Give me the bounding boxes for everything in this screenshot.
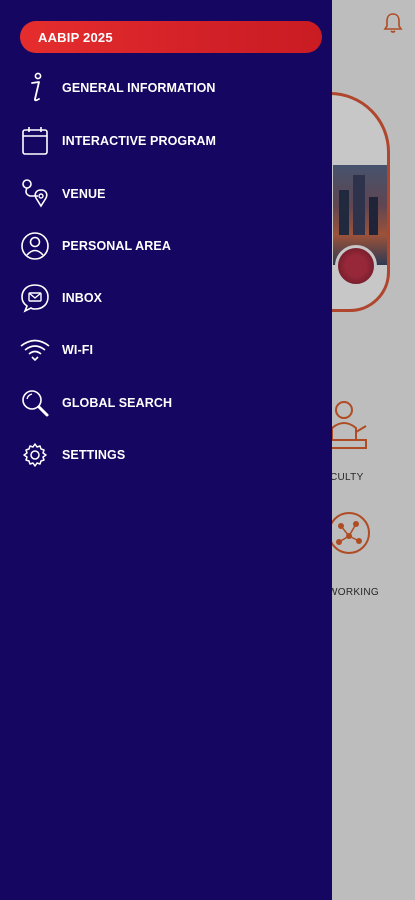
event-header-pill[interactable]: AABIP 2025 <box>20 21 322 53</box>
calendar-icon <box>20 126 50 156</box>
location-route-icon <box>20 179 50 209</box>
wifi-icon <box>20 335 50 365</box>
search-icon <box>20 388 50 418</box>
navigation-drawer: AABIP 2025 GENERAL INFORMATION INTERACTI… <box>0 0 332 900</box>
menu-item-personal-area[interactable]: PERSONAL AREA <box>0 224 332 268</box>
menu-item-label: GENERAL INFORMATION <box>62 81 216 95</box>
event-title: AABIP 2025 <box>38 29 113 45</box>
menu-item-label: GLOBAL SEARCH <box>62 396 173 410</box>
gear-icon <box>20 440 50 470</box>
menu-item-label: SETTINGS <box>62 448 126 462</box>
menu-item-label: INBOX <box>62 291 103 305</box>
user-icon <box>20 231 50 261</box>
menu-item-venue[interactable]: VENUE <box>0 172 332 216</box>
menu-item-interactive-program[interactable]: INTERACTIVE PROGRAM <box>0 119 332 163</box>
menu-item-label: PERSONAL AREA <box>62 239 171 253</box>
info-icon <box>20 72 50 103</box>
menu-item-general-information[interactable]: GENERAL INFORMATION <box>0 66 332 110</box>
menu-item-inbox[interactable]: INBOX <box>0 276 332 320</box>
menu-item-label: VENUE <box>62 187 106 201</box>
menu-item-wifi[interactable]: WI-FI <box>0 328 332 372</box>
menu-item-label: INTERACTIVE PROGRAM <box>62 134 216 148</box>
menu-item-global-search[interactable]: GLOBAL SEARCH <box>0 381 332 425</box>
menu-item-settings[interactable]: SETTINGS <box>0 433 332 477</box>
menu-item-label: WI-FI <box>62 343 94 357</box>
chat-mail-icon <box>20 283 50 313</box>
